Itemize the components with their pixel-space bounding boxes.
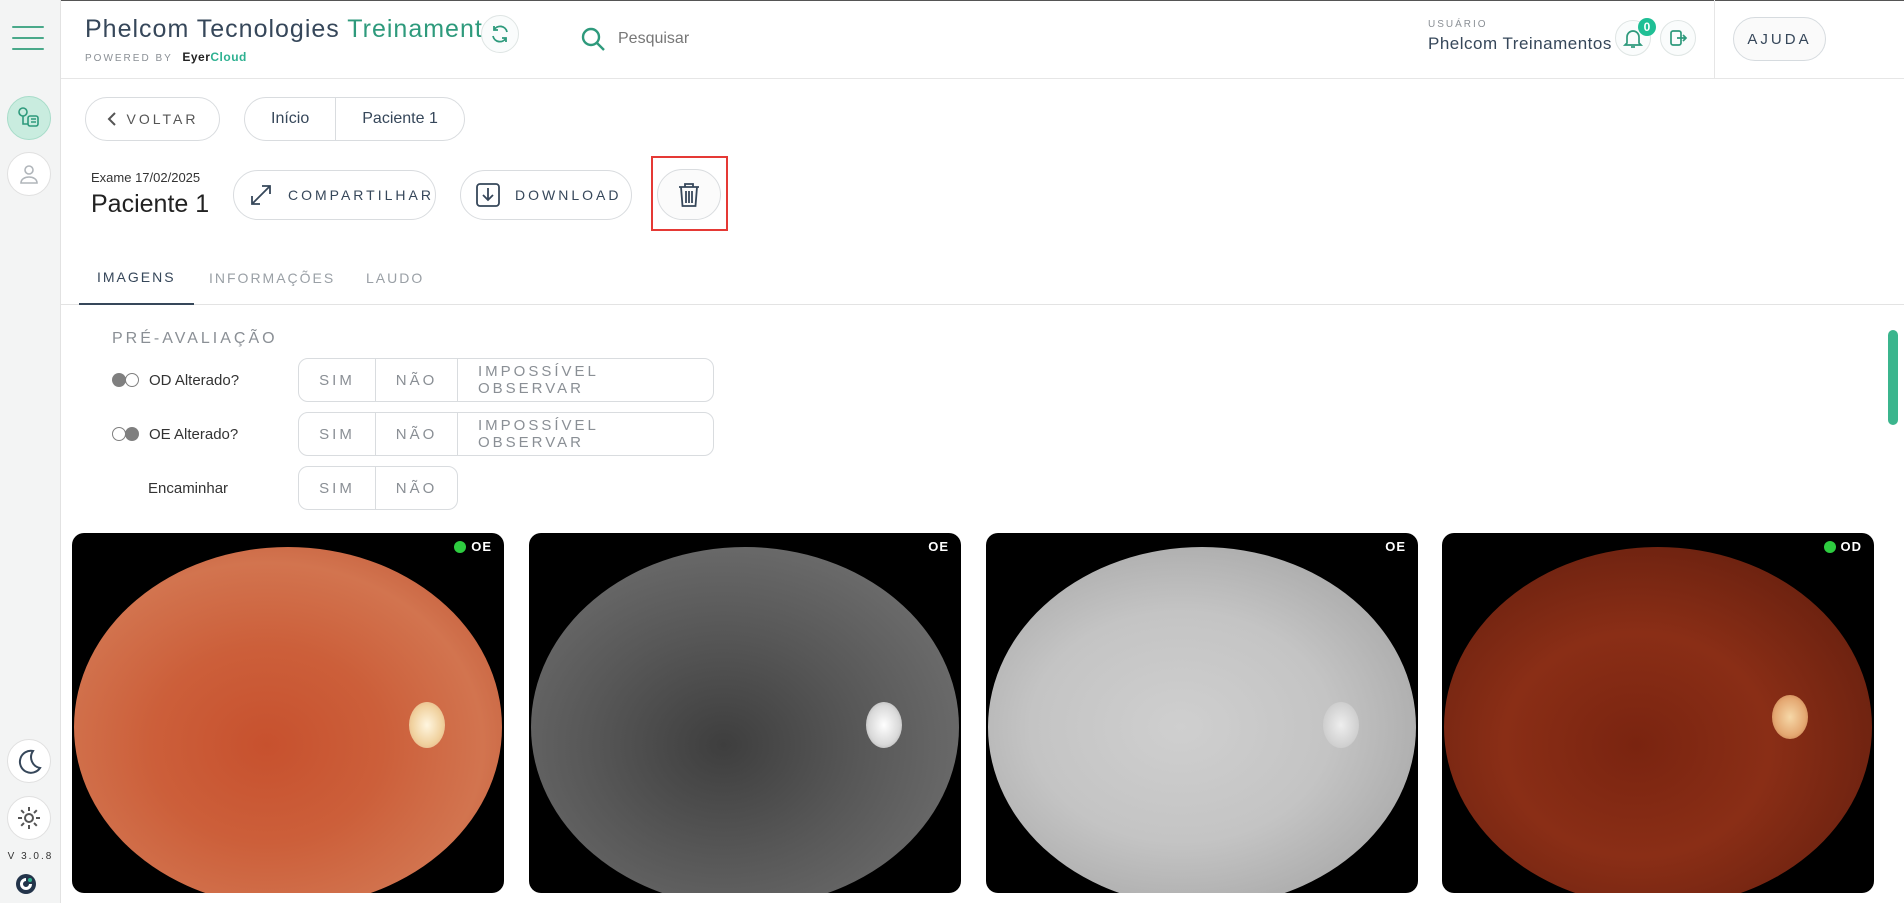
eye-label: OE [1385,539,1406,554]
brand-title: Phelcom Tecnologies Treinamentos [85,15,511,44]
breadcrumb-home[interactable]: Início [245,98,335,140]
oe-toggle[interactable] [112,427,140,441]
pre-evaluation-title: PRÉ-AVALIAÇÃO [112,330,278,347]
oe-option-impossible[interactable]: IMPOSSÍVEL OBSERVAR [457,413,713,455]
user-block: USUÁRIO Phelcom Treinamentos [1428,19,1612,54]
page-scrollbar[interactable] [1888,330,1898,425]
tab-information[interactable]: INFORMAÇÕES [209,250,335,305]
refresh-icon [492,25,508,43]
oe-option-no[interactable]: NÃO [375,413,457,455]
back-label: VOLTAR [126,111,199,127]
fundus-image [531,547,959,893]
download-icon [476,183,500,207]
patient-title: Paciente 1 [91,190,210,218]
status-dot [454,540,467,553]
refresh-button[interactable] [481,15,519,53]
refer-options: SIM NÃO [298,466,458,510]
question-od-label: OD Alterado? [149,371,240,389]
eyercloud-logo-b: Cloud [210,50,247,64]
oe-option-yes[interactable]: SIM [299,413,375,455]
user-caption: USUÁRIO [1428,19,1488,30]
brand: Phelcom Tecnologies Treinamentos POWERED… [85,15,511,64]
optic-disc [1772,695,1808,739]
od-option-no[interactable]: NÃO [375,359,457,401]
powered-by-label: POWERED BY [85,53,173,64]
refer-option-no[interactable]: NÃO [375,467,457,509]
breadcrumb-patient[interactable]: Paciente 1 [335,98,464,140]
logout-icon [1670,30,1688,46]
hamburger-menu-icon[interactable] [12,26,44,50]
exams-list-icon [18,107,39,127]
exam-date: Exame 17/02/2025 [91,170,201,185]
rail-exams-button[interactable] [7,96,51,140]
eye-label: OE [928,539,949,554]
share-label: COMPARTILHAR [288,187,434,203]
eye-label: OD [1840,539,1862,554]
od-options: SIM NÃO IMPOSSÍVEL OBSERVAR [298,358,714,402]
share-expand-icon [251,185,271,205]
left-rail: V 3.0.8 [0,0,61,903]
optic-disc [866,702,902,748]
search-input[interactable] [618,22,918,56]
fundus-image-card[interactable]: OD [1442,533,1874,893]
brand-title-main: Phelcom Tecnologies [85,15,340,43]
app-version: V 3.0.8 [7,851,54,862]
eye-tag: OE [1385,539,1406,554]
status-dot [1823,540,1836,553]
fundus-image [74,547,502,893]
optic-disc [409,702,445,748]
rail-patients-button[interactable] [7,152,51,196]
eye-tag: OE [454,539,492,554]
eye-tag: OD [1823,539,1863,554]
question-refer: Encaminhar [148,466,228,510]
fundus-image [1444,547,1872,893]
eye-label: OE [471,539,492,554]
app-root: V 3.0.8 Phelcom Tecnologies Treinamentos… [0,0,1904,903]
eyercloud-logo: EyerCloud [182,50,247,64]
gear-icon [18,807,40,829]
tab-report[interactable]: LAUDO [366,250,424,305]
eyercloud-logo-a: Eyer [182,50,211,64]
download-label: DOWNLOAD [515,187,622,203]
breadcrumb: Início Paciente 1 [244,97,465,141]
question-refer-label: Encaminhar [148,479,229,497]
fundus-image [988,547,1416,893]
eye-tag: OE [928,539,949,554]
settings-button[interactable] [7,796,51,840]
powered-by: POWERED BY EyerCloud [85,50,511,64]
exam-tabs: IMAGENS INFORMAÇÕES LAUDO [61,250,1904,305]
phelcom-logo-icon [16,874,36,894]
oe-options: SIM NÃO IMPOSSÍVEL OBSERVAR [298,412,714,456]
header-divider [1714,0,1715,79]
optic-disc [1323,702,1359,748]
fundus-image-card[interactable]: OE [529,533,961,893]
od-toggle[interactable] [112,373,140,387]
question-oe: OE Alterado? [112,412,238,456]
fundus-image-card[interactable]: OE [986,533,1418,893]
user-icon [20,165,38,184]
help-button[interactable]: AJUDA [1733,17,1826,61]
refer-option-yes[interactable]: SIM [299,467,375,509]
od-option-yes[interactable]: SIM [299,359,375,401]
user-name: Phelcom Treinamentos [1428,34,1612,53]
back-button[interactable]: VOLTAR [85,97,220,141]
download-button[interactable]: DOWNLOAD [460,170,632,220]
fundus-image-card[interactable]: OE [72,533,504,893]
search-icon[interactable] [580,26,606,52]
logout-button[interactable] [1660,20,1696,56]
delete-highlight-box [651,156,728,231]
chevron-left-icon [107,112,116,126]
question-od: OD Alterado? [112,358,239,402]
notifications-badge: 0 [1638,18,1656,36]
share-button[interactable]: COMPARTILHAR [233,170,436,220]
question-oe-label: OE Alterado? [149,425,239,443]
tab-images[interactable]: IMAGENS [79,250,194,305]
od-option-impossible[interactable]: IMPOSSÍVEL OBSERVAR [457,359,713,401]
moon-icon [18,749,42,774]
dark-mode-toggle[interactable] [7,739,51,783]
